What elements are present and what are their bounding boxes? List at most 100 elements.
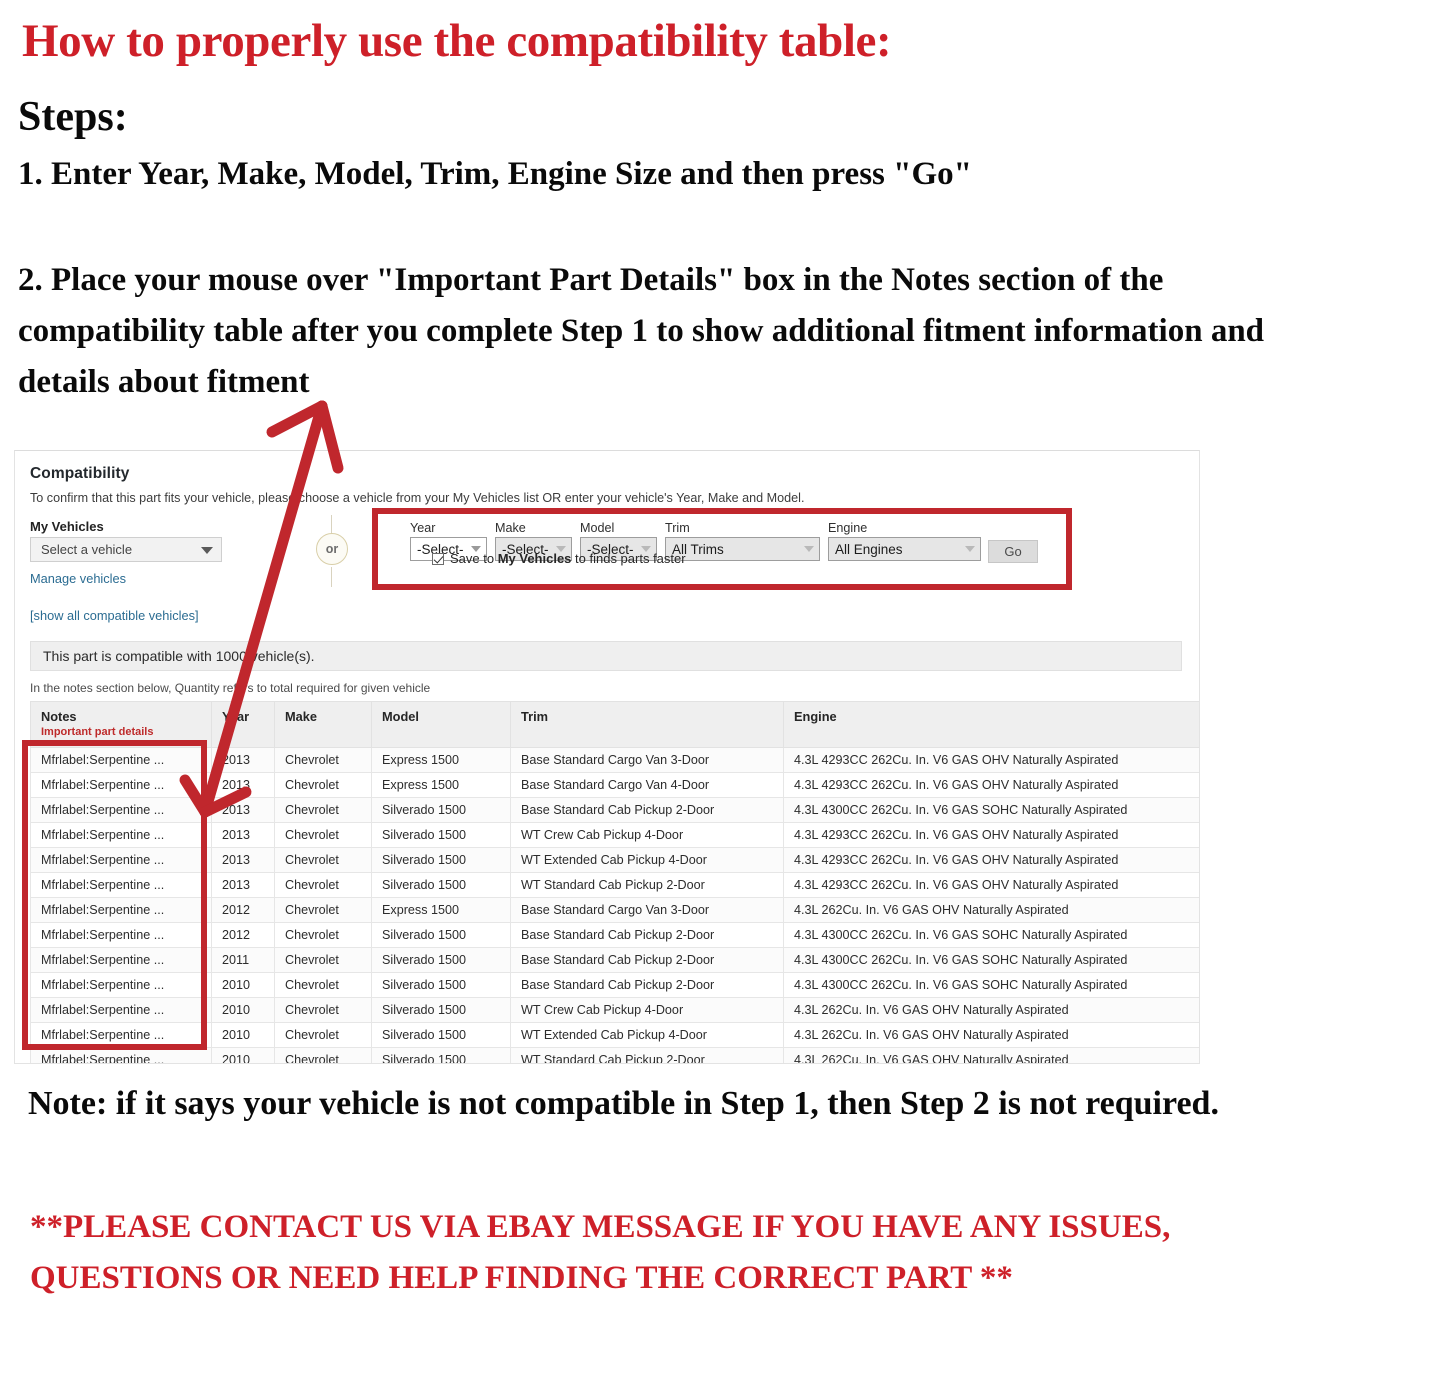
cell-model: Silverado 1500 (371, 1047, 511, 1063)
table-row: Mfrlabel:Serpentine ... 2013 Chevrolet Silv… (30, 797, 1199, 823)
cell-year: 2012 (211, 922, 275, 948)
engine-select[interactable]: All Engines (828, 537, 981, 561)
engine-select-value: All Engines (835, 541, 903, 557)
my-vehicles-label: My Vehicles (30, 519, 104, 534)
cell-notes[interactable]: Mfrlabel:Serpentine ... (30, 997, 212, 1023)
cell-make: Chevrolet (274, 972, 372, 998)
cell-make: Chevrolet (274, 872, 372, 898)
cell-notes[interactable]: Mfrlabel:Serpentine ... (30, 822, 212, 848)
save-prefix: Save to (450, 551, 498, 566)
cell-make: Chevrolet (274, 747, 372, 773)
cell-model: Express 1500 (371, 747, 511, 773)
table-row: Mfrlabel:Serpentine ... 2010 Chevrolet Silv… (30, 972, 1199, 998)
cell-model: Silverado 1500 (371, 822, 511, 848)
save-to-my-vehicles-checkbox[interactable] (432, 552, 444, 565)
cell-notes[interactable]: Mfrlabel:Serpentine ... (30, 1022, 212, 1048)
cell-make: Chevrolet (274, 1022, 372, 1048)
save-bold: My Vehicles (497, 551, 572, 566)
cell-model: Silverado 1500 (371, 997, 511, 1023)
cell-model: Silverado 1500 (371, 872, 511, 898)
cell-notes[interactable]: Mfrlabel:Serpentine ... (30, 797, 212, 823)
cell-notes[interactable]: Mfrlabel:Serpentine ... (30, 1047, 212, 1063)
cell-engine: 4.3L 4300CC 262Cu. In. V6 GAS SOHC Natur… (783, 972, 1199, 998)
table-row: Mfrlabel:Serpentine ... 2010 Chevrolet Silv… (30, 1022, 1199, 1048)
cell-engine: 4.3L 262Cu. In. V6 GAS OHV Naturally Asp… (783, 897, 1199, 923)
step-1-text: 1. Enter Year, Make, Model, Trim, Engine… (18, 156, 972, 192)
cell-model: Silverado 1500 (371, 972, 511, 998)
cell-notes[interactable]: Mfrlabel:Serpentine ... (30, 922, 212, 948)
column-header-trim: Trim (510, 701, 784, 748)
column-header-model-label: Model (382, 709, 419, 724)
save-to-my-vehicles-row[interactable]: Save to My Vehicles to finds parts faste… (432, 551, 686, 566)
cell-year: 2013 (211, 797, 275, 823)
cell-make: Chevrolet (274, 1047, 372, 1063)
cell-notes[interactable]: Mfrlabel:Serpentine ... (30, 772, 212, 798)
cell-trim: Base Standard Cargo Van 3-Door (510, 897, 784, 923)
column-header-make-label: Make (285, 709, 318, 724)
manage-vehicles-link[interactable]: Manage vehicles (30, 571, 126, 586)
or-divider: or (310, 515, 354, 587)
cell-trim: Base Standard Cargo Van 4-Door (510, 772, 784, 798)
cell-trim: Base Standard Cab Pickup 2-Door (510, 797, 784, 823)
important-part-details-label[interactable]: Important part details (41, 726, 211, 738)
compatibility-subtitle: To confirm that this part fits your vehi… (30, 491, 805, 505)
cell-model: Express 1500 (371, 772, 511, 798)
cell-engine: 4.3L 4293CC 262Cu. In. V6 GAS OHV Natura… (783, 872, 1199, 898)
column-header-make: Make (274, 701, 372, 748)
cell-trim: WT Extended Cab Pickup 4-Door (510, 1022, 784, 1048)
table-row: Mfrlabel:Serpentine ... 2013 Chevrolet Silv… (30, 847, 1199, 873)
or-divider-line-top (331, 515, 332, 535)
cell-year: 2010 (211, 1047, 275, 1063)
trim-select[interactable]: All Trims (665, 537, 820, 561)
cell-make: Chevrolet (274, 772, 372, 798)
cell-make: Chevrolet (274, 847, 372, 873)
cell-engine: 4.3L 4293CC 262Cu. In. V6 GAS OHV Natura… (783, 747, 1199, 773)
cell-notes[interactable]: Mfrlabel:Serpentine ... (30, 972, 212, 998)
cell-notes[interactable]: Mfrlabel:Serpentine ... (30, 747, 212, 773)
column-header-notes: Notes Important part details (30, 701, 212, 748)
my-vehicles-select[interactable]: Select a vehicle (30, 537, 222, 562)
table-header-row: Notes Important part details Year Make M… (30, 701, 1199, 748)
table-row: Mfrlabel:Serpentine ... 2010 Chevrolet Silv… (30, 997, 1199, 1023)
or-divider-line-bottom (331, 567, 332, 587)
cell-model: Silverado 1500 (371, 947, 511, 973)
cell-trim: Base Standard Cargo Van 3-Door (510, 747, 784, 773)
cell-model: Silverado 1500 (371, 1022, 511, 1048)
show-all-vehicles-link[interactable]: [show all compatible vehicles] (30, 608, 199, 623)
page-title: How to properly use the compatibility ta… (22, 15, 892, 67)
cell-trim: Base Standard Cab Pickup 2-Door (510, 947, 784, 973)
cell-trim: WT Standard Cab Pickup 2-Door (510, 872, 784, 898)
cell-notes[interactable]: Mfrlabel:Serpentine ... (30, 872, 212, 898)
table-row: Mfrlabel:Serpentine ... 2011 Chevrolet Silv… (30, 947, 1199, 973)
go-button[interactable]: Go (988, 540, 1038, 563)
steps-label: Steps: (18, 94, 128, 140)
chevron-down-icon (965, 546, 975, 552)
table-row: Mfrlabel:Serpentine ... 2013 Chevrolet Expr… (30, 747, 1199, 773)
compatibility-table: Notes Important part details Year Make M… (30, 701, 1199, 1063)
cell-year: 2011 (211, 947, 275, 973)
save-suffix: to finds parts faster (571, 551, 686, 566)
cell-trim: WT Standard Cab Pickup 2-Door (510, 1047, 784, 1063)
cell-engine: 4.3L 4300CC 262Cu. In. V6 GAS SOHC Natur… (783, 922, 1199, 948)
column-header-year-label: Year (222, 709, 250, 724)
cell-make: Chevrolet (274, 797, 372, 823)
cell-make: Chevrolet (274, 897, 372, 923)
cell-year: 2013 (211, 772, 275, 798)
table-row: Mfrlabel:Serpentine ... 2010 Chevrolet Silv… (30, 1047, 1199, 1063)
cell-year: 2013 (211, 822, 275, 848)
table-row: Mfrlabel:Serpentine ... 2013 Chevrolet Silv… (30, 872, 1199, 898)
cell-trim: WT Crew Cab Pickup 4-Door (510, 997, 784, 1023)
cell-year: 2010 (211, 1022, 275, 1048)
year-label: Year (410, 521, 436, 535)
cell-notes[interactable]: Mfrlabel:Serpentine ... (30, 947, 212, 973)
cell-year: 2013 (211, 847, 275, 873)
cell-engine: 4.3L 4293CC 262Cu. In. V6 GAS OHV Natura… (783, 847, 1199, 873)
cell-notes[interactable]: Mfrlabel:Serpentine ... (30, 847, 212, 873)
cell-notes[interactable]: Mfrlabel:Serpentine ... (30, 897, 212, 923)
cell-model: Silverado 1500 (371, 922, 511, 948)
column-header-engine: Engine (783, 701, 1199, 748)
column-header-year: Year (211, 701, 275, 748)
cell-engine: 4.3L 4300CC 262Cu. In. V6 GAS SOHC Natur… (783, 797, 1199, 823)
cell-model: Express 1500 (371, 897, 511, 923)
cell-engine: 4.3L 4293CC 262Cu. In. V6 GAS OHV Natura… (783, 772, 1199, 798)
